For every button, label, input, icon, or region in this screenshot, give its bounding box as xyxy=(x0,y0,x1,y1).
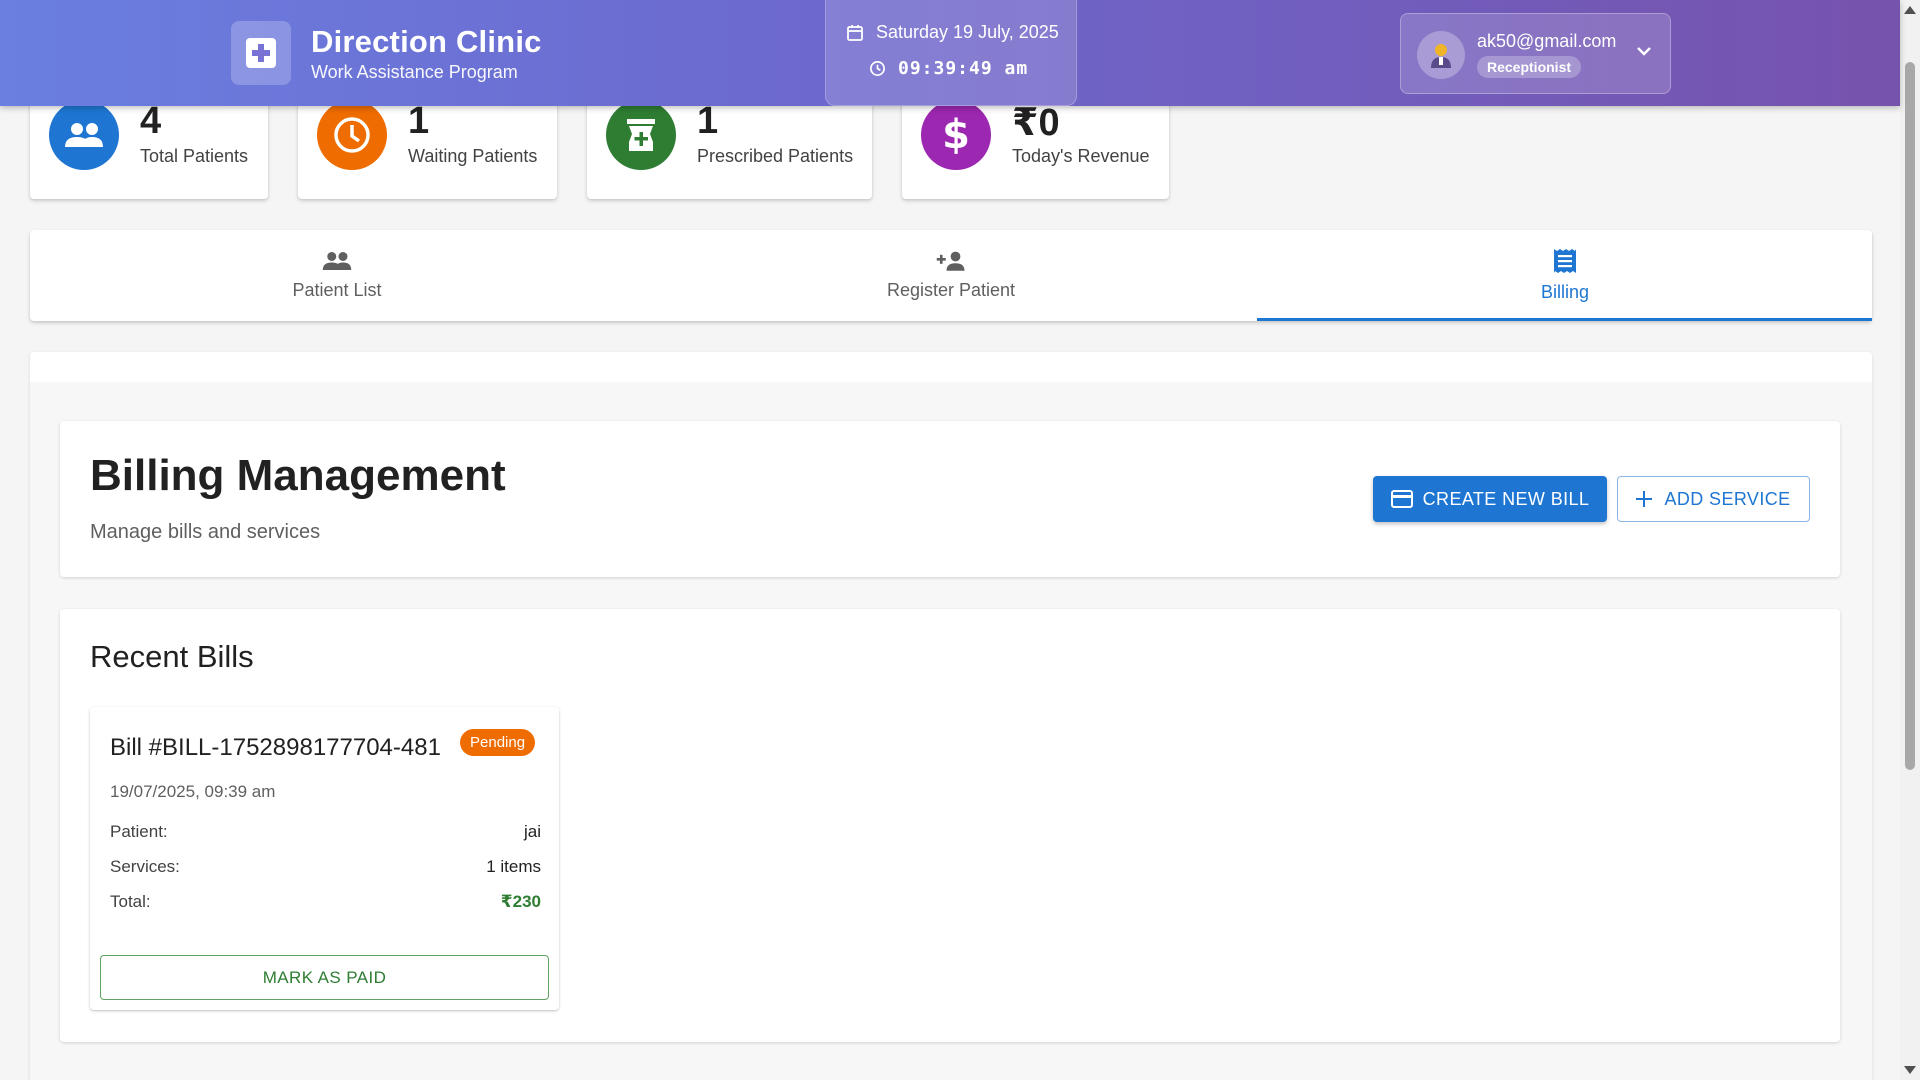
tab-register-patient[interactable]: Register Patient xyxy=(644,230,1258,321)
credit-card-icon xyxy=(1390,490,1413,508)
clock-icon xyxy=(870,61,885,76)
stat-card-todays-revenue: $ ₹0 Today's Revenue xyxy=(902,90,1169,199)
calendar-icon xyxy=(847,24,863,41)
scroll-up-arrow-icon[interactable] xyxy=(1904,6,1916,14)
bill-row-patient: Patient: jai xyxy=(110,822,541,842)
stat-label: Prescribed Patients xyxy=(697,146,854,166)
app-header: Direction Clinic Work Assistance Program… xyxy=(0,0,1900,106)
stat-card-prescribed-patients: 1 Prescribed Patients xyxy=(587,90,872,199)
recent-bills-card: Recent Bills Bill #BILL-1752898177704-48… xyxy=(60,609,1840,1042)
avatar xyxy=(1417,31,1465,79)
user-role-badge: Receptionist xyxy=(1477,56,1582,78)
dollar-icon: $ xyxy=(921,100,991,170)
stat-value: 4 xyxy=(140,100,162,142)
add-service-label: ADD SERVICE xyxy=(1664,488,1791,509)
bill-patient-name: jai xyxy=(523,822,541,841)
tab-label: Patient List xyxy=(292,280,382,300)
datetime-panel: Saturday 19 July, 2025 09:39:49 am xyxy=(825,0,1077,106)
app-subtitle: Work Assistance Program xyxy=(311,61,518,82)
people-icon xyxy=(49,100,119,170)
bill-row-services: Services: 1 items xyxy=(110,857,541,877)
section-title: Recent Bills xyxy=(90,639,254,674)
bill-row-total: Total: ₹230 xyxy=(110,892,541,912)
add-service-button[interactable]: ADD SERVICE xyxy=(1617,476,1810,522)
scroll-thumb[interactable] xyxy=(1905,62,1915,770)
chevron-down-icon[interactable] xyxy=(1636,44,1652,62)
stat-label: Waiting Patients xyxy=(408,146,538,166)
app-title: Direction Clinic xyxy=(311,23,542,59)
plus-icon xyxy=(1636,491,1653,507)
page-title: Billing Management xyxy=(90,451,506,500)
tab-label: Billing xyxy=(1540,282,1590,302)
create-new-bill-button[interactable]: CREATE NEW BILL xyxy=(1373,476,1607,522)
bill-total-amount: ₹230 xyxy=(500,892,541,911)
brand: Direction Clinic Work Assistance Program xyxy=(231,21,542,85)
create-new-bill-label: CREATE NEW BILL xyxy=(1422,488,1590,509)
billing-header-card: Billing Management Manage bills and serv… xyxy=(60,421,1840,577)
bill-row-key: Services: xyxy=(110,857,180,876)
medical-cross-icon xyxy=(231,21,291,85)
current-time: 09:39:49 am xyxy=(898,58,1029,79)
bill-card: Bill #BILL-1752898177704-481 Pending 19/… xyxy=(90,707,559,1010)
scroll-down-arrow-icon[interactable] xyxy=(1904,1066,1916,1074)
mark-as-paid-button[interactable]: MARK AS PAID xyxy=(100,955,549,1000)
page-subtitle: Manage bills and services xyxy=(90,521,321,543)
main-tabs: Patient List Register Patient Billing xyxy=(30,230,1872,321)
people-icon xyxy=(322,252,352,270)
stat-value: ₹0 xyxy=(1012,102,1060,144)
tab-patient-list[interactable]: Patient List xyxy=(30,230,644,321)
current-date: Saturday 19 July, 2025 xyxy=(876,22,1059,42)
medicine-icon xyxy=(606,100,676,170)
bill-services-count: 1 items xyxy=(486,857,541,876)
bill-number: Bill #BILL-1752898177704-481 xyxy=(110,734,441,761)
stat-label: Today's Revenue xyxy=(1012,146,1150,166)
stat-value: 1 xyxy=(697,100,719,142)
tab-billing[interactable]: Billing xyxy=(1258,230,1872,321)
page-scrollbar[interactable] xyxy=(1900,0,1920,1080)
stat-card-waiting-patients: 1 Waiting Patients xyxy=(298,90,557,199)
stat-label: Total Patients xyxy=(140,146,249,166)
user-email: ak50@gmail.com xyxy=(1477,31,1617,51)
bill-row-key: Patient: xyxy=(110,822,168,841)
tab-label: Register Patient xyxy=(886,280,1016,300)
bill-row-key: Total: xyxy=(110,892,151,911)
bill-datetime: 19/07/2025, 09:39 am xyxy=(110,782,276,801)
stat-card-total-patients: 4 Total Patients xyxy=(30,90,268,199)
stat-value: 1 xyxy=(408,100,430,142)
receipt-icon xyxy=(1554,249,1576,273)
status-badge: Pending xyxy=(460,729,536,756)
active-tab-indicator xyxy=(1257,318,1872,321)
clock-icon xyxy=(317,100,387,170)
person-add-icon xyxy=(936,251,965,271)
user-menu[interactable]: ak50@gmail.com Receptionist xyxy=(1400,13,1671,94)
